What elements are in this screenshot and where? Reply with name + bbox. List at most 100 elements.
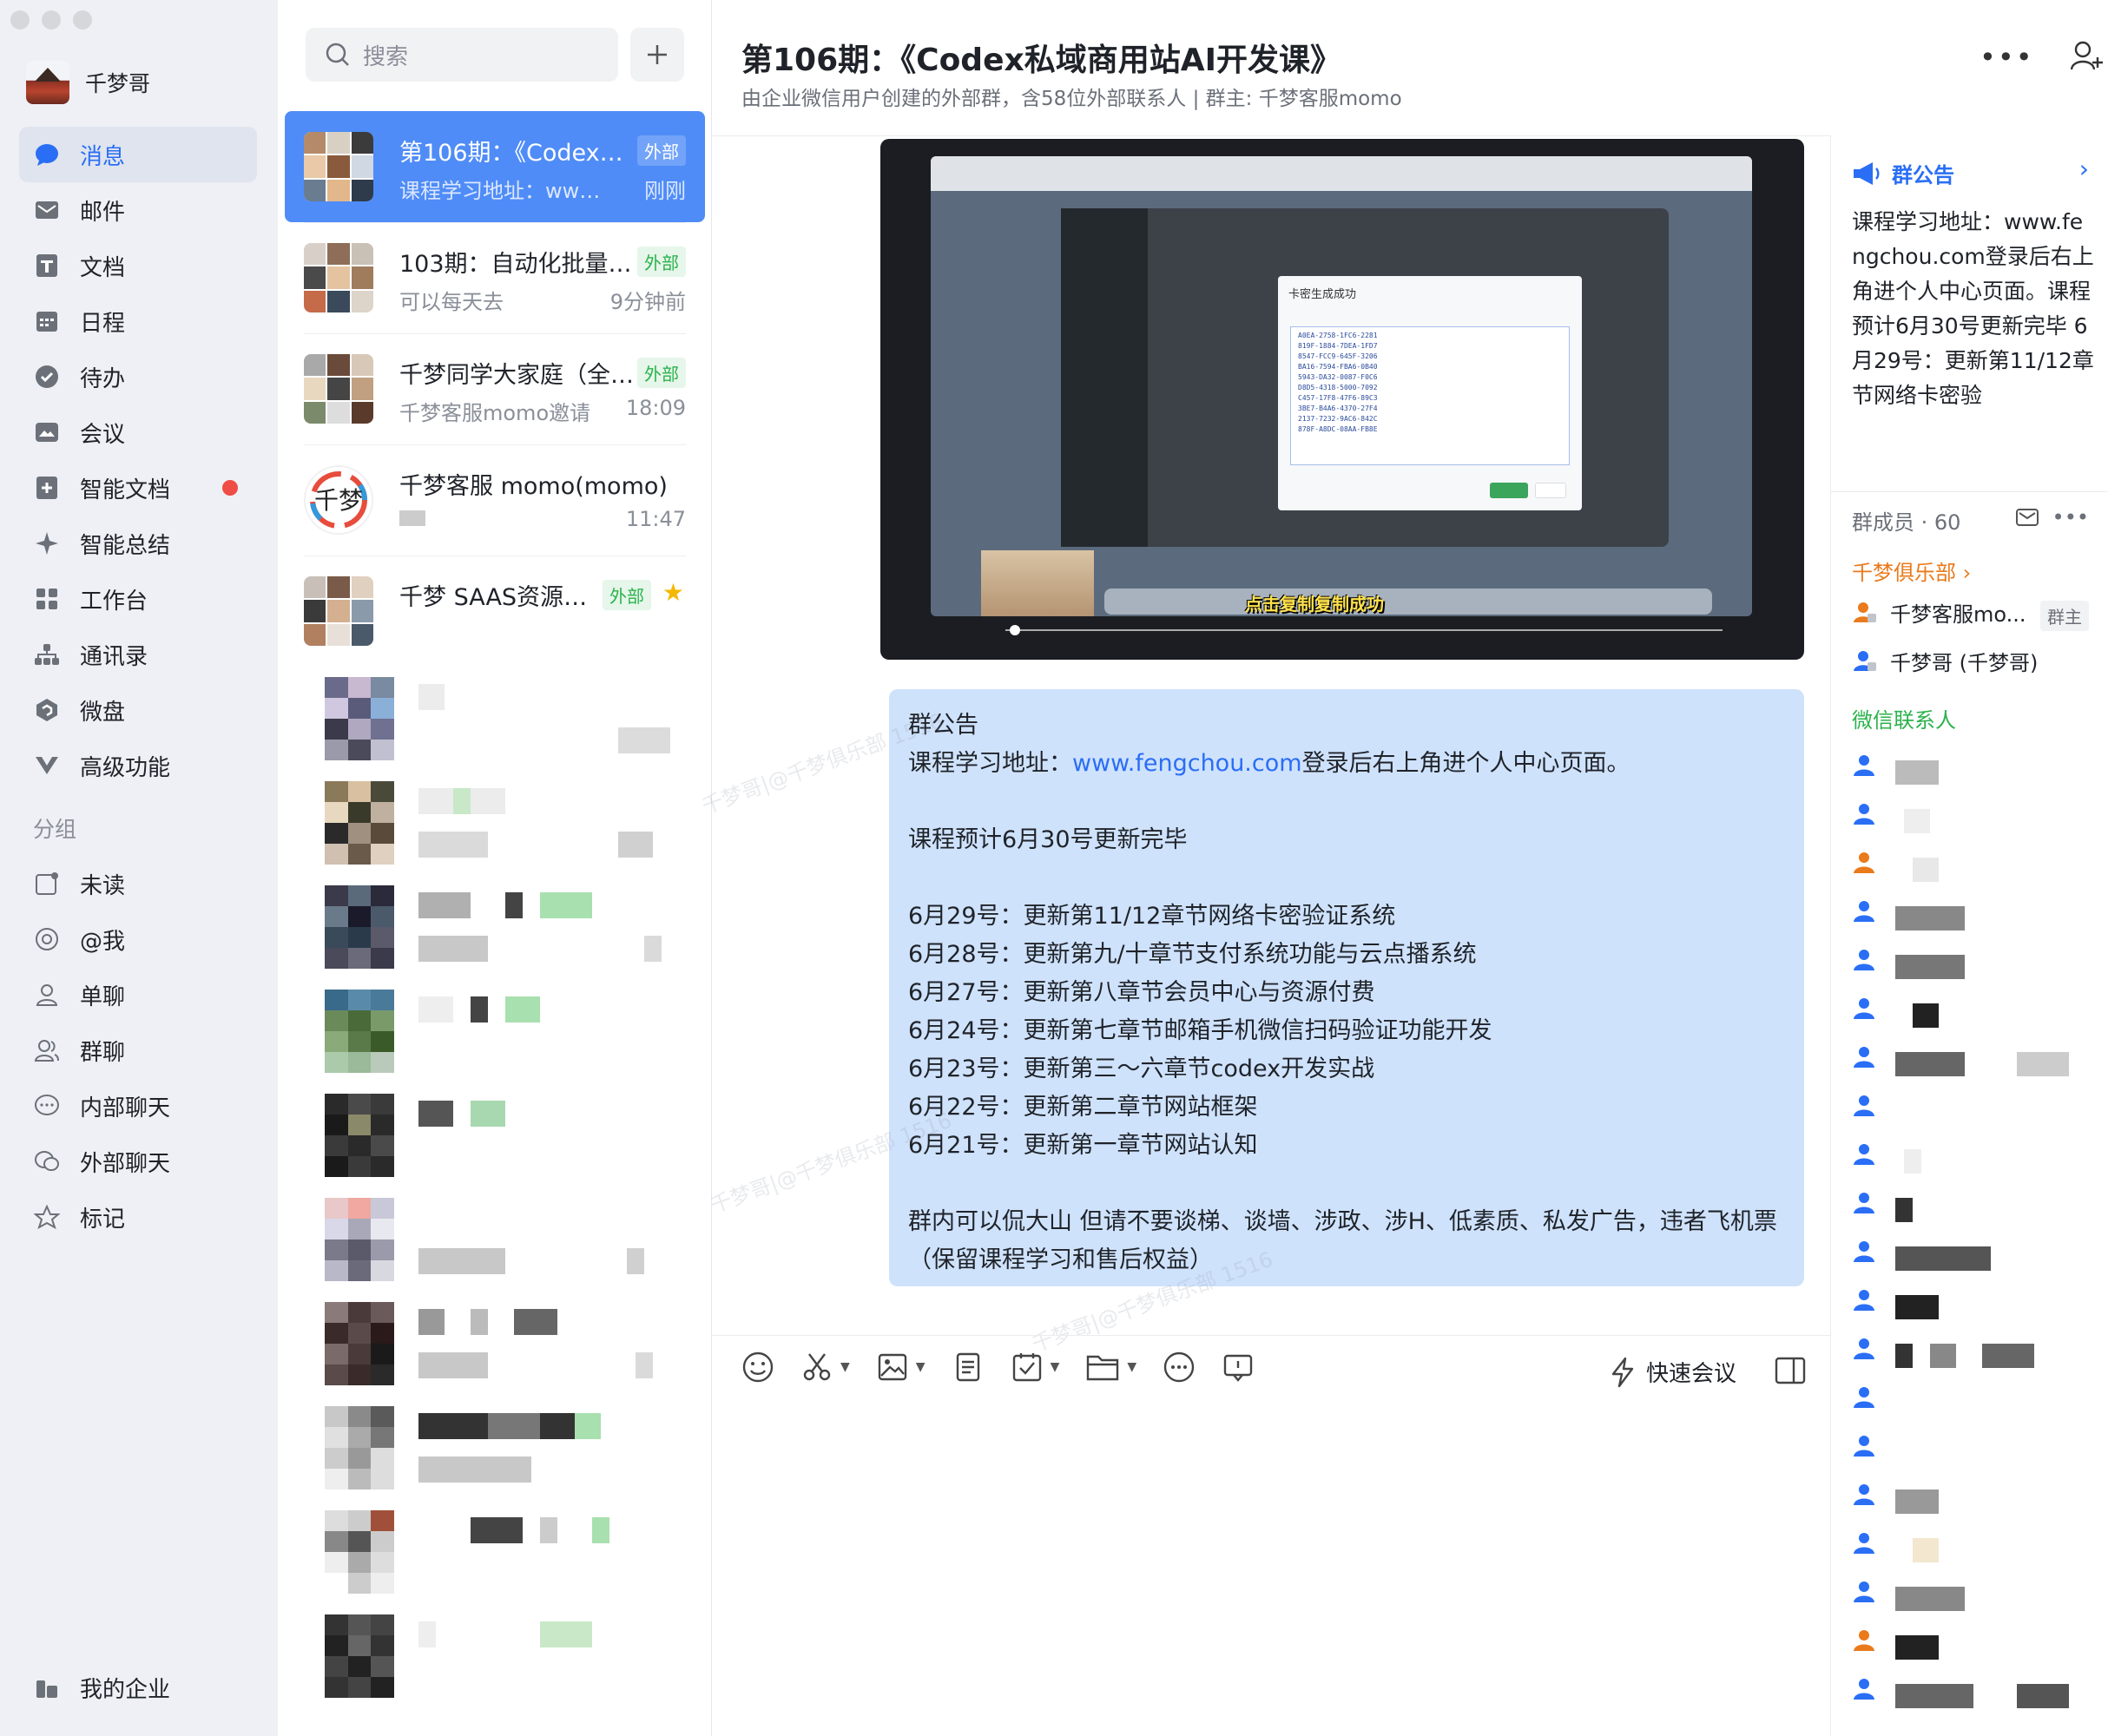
list-item[interactable] [1852, 1288, 2095, 1323]
nav-item-docs[interactable]: 文档 [19, 238, 257, 293]
nav-item-calendar[interactable]: 日程 [19, 293, 257, 349]
more-icon[interactable]: ••• [1980, 41, 2034, 74]
chevron-right-icon[interactable]: › [2079, 155, 2089, 183]
list-item[interactable] [306, 668, 688, 773]
list-item[interactable] [1852, 753, 2095, 788]
nav-item-meeting[interactable]: 会议 [19, 404, 257, 460]
nav-item-external[interactable]: 外部聊天 [19, 1134, 257, 1189]
announcement-bubble[interactable]: 群公告 课程学习地址：www.fengchou.com登录后右上角进个人中心页面… [889, 689, 1804, 1286]
list-item[interactable] [1852, 1628, 2095, 1663]
nav-item-single[interactable]: 单聊 [19, 967, 257, 1023]
list-item[interactable] [1852, 802, 2095, 837]
zoom-window-button[interactable] [73, 10, 92, 30]
avatar[interactable] [26, 61, 69, 104]
list-item[interactable] [1852, 1385, 2095, 1420]
reply-button[interactable] [1222, 1351, 1255, 1384]
list-item[interactable] [306, 981, 688, 1085]
video-progress-knob[interactable] [1010, 625, 1020, 635]
list-item[interactable] [1852, 1337, 2095, 1371]
emoji-button[interactable] [741, 1351, 774, 1384]
list-item[interactable] [1852, 1142, 2095, 1177]
nav-item-group[interactable]: 群聊 [19, 1023, 257, 1078]
more-tools-button[interactable] [1163, 1351, 1196, 1384]
list-item[interactable] [1852, 1580, 2095, 1614]
list-item[interactable] [1852, 1483, 2095, 1517]
nav-item-internal[interactable]: 内部聊天 [19, 1078, 257, 1134]
chat-item[interactable]: 千梦 SAAS资源对接群 外部 ★ [285, 556, 705, 667]
list-item[interactable] [306, 1085, 688, 1189]
video-controls[interactable] [893, 621, 1792, 639]
todo-button[interactable]: ▼ [1011, 1351, 1059, 1384]
search-input[interactable]: 搜索 [306, 28, 618, 82]
nav-item-enterprise[interactable]: 我的企业 [19, 1660, 257, 1715]
list-item[interactable] [1852, 996, 2095, 1031]
nav-item-advanced[interactable]: 高级功能 [19, 738, 257, 793]
nav-item-marked[interactable]: 标记 [19, 1189, 257, 1245]
document-button[interactable] [952, 1351, 985, 1384]
sparkle-icon [33, 529, 61, 557]
nav-item-smart-docs[interactable]: 智能文档 [19, 460, 257, 516]
add-member-icon[interactable] [2069, 38, 2104, 76]
member-owner[interactable]: 千梦客服mo... [1852, 597, 2026, 628]
nav-item-mention[interactable]: @我 [19, 911, 257, 967]
nav-item-mail[interactable]: 邮件 [19, 182, 257, 238]
list-item[interactable] [306, 877, 688, 981]
person-icon [33, 981, 61, 1009]
nav-item-todo[interactable]: 待办 [19, 349, 257, 404]
nav-item-messages[interactable]: 消息 [19, 127, 257, 182]
list-item[interactable] [306, 1606, 688, 1710]
chevron-down-icon: ▼ [840, 1360, 850, 1374]
announcement-line: 6月24号：更新第七章节邮箱手机微信扫码验证功能开发 [908, 1017, 1492, 1044]
quick-meeting-button[interactable]: 快速会议 [1610, 1356, 1736, 1388]
folder-button[interactable]: ▼ [1085, 1351, 1136, 1383]
nav-item-drive[interactable]: 微盘 [19, 682, 257, 738]
close-window-button[interactable] [10, 10, 30, 30]
owner-badge: 群主 [2040, 601, 2089, 631]
external-tag: 外部 [603, 580, 651, 610]
list-item[interactable] [306, 1397, 688, 1502]
chat-item[interactable]: 千梦 千梦客服 momo(momo) 11:47 [285, 444, 705, 556]
more-icon[interactable]: ••• [2052, 505, 2089, 529]
mail-icon[interactable] [2015, 508, 2039, 527]
list-item[interactable] [1852, 1045, 2095, 1080]
advanced-icon [33, 752, 61, 779]
card-code-list: A0EA-2758-1FC6-2281 819F-1884-7DEA-1FD7 85… [1290, 326, 1570, 465]
course-link[interactable]: www.fengchou.com [1072, 750, 1302, 777]
group-notice-title: 群公告 [1892, 163, 1954, 187]
video-message[interactable]: 卡密生成成功 A0EA-2758-1FC6-2281 819F-1884-7DEA… [880, 139, 1804, 660]
profile[interactable]: 千梦哥 [26, 61, 150, 104]
blurred-avatar [325, 1510, 394, 1594]
member-self[interactable]: 千梦哥 (千梦哥) [1852, 646, 2038, 676]
list-item[interactable] [1852, 948, 2095, 983]
list-item[interactable] [1852, 1094, 2095, 1128]
nav-item-unread[interactable]: 未读 [19, 856, 257, 911]
add-button[interactable] [630, 28, 684, 82]
list-item[interactable] [1852, 1240, 2095, 1274]
list-item[interactable] [306, 773, 688, 877]
nav-item-workbench[interactable]: 工作台 [19, 571, 257, 627]
list-item[interactable] [306, 1293, 688, 1397]
group-notice-header[interactable]: 群公告 [1852, 158, 1954, 188]
person-icon [1854, 1144, 1874, 1165]
chat-item[interactable]: 第106期：《Codex私域商用站AI开发课》 外部 课程学习地址：www.fe… [285, 111, 705, 222]
list-item[interactable] [1852, 1677, 2095, 1712]
chat-item[interactable]: 千梦同学大家庭（全员群） 外部 千梦客服momo邀请 18:09 [285, 333, 705, 444]
sidebar-toggle-button[interactable] [1775, 1356, 1806, 1389]
list-item[interactable] [1852, 1531, 2095, 1566]
image-button[interactable]: ▼ [876, 1351, 926, 1384]
list-item[interactable] [306, 1189, 688, 1293]
list-item[interactable] [1852, 851, 2095, 885]
nav-item-contacts[interactable]: 通讯录 [19, 627, 257, 682]
screenshot-button[interactable]: ▼ [800, 1351, 850, 1384]
video-progress-track[interactable] [1005, 629, 1723, 631]
list-item[interactable] [1852, 1191, 2095, 1226]
smart-docs-icon [33, 474, 61, 502]
nav-item-smart-summary[interactable]: 智能总结 [19, 516, 257, 571]
chat-item[interactable]: 103期：自动化批量运营 外部 可以每天去 9分钟前 [285, 222, 705, 333]
profile-name: 千梦哥 [85, 71, 151, 96]
minimize-window-button[interactable] [42, 10, 61, 30]
club-link[interactable]: 千梦俱乐部 › [1852, 556, 1971, 586]
list-item[interactable] [1852, 899, 2095, 934]
list-item[interactable] [306, 1502, 688, 1606]
list-item[interactable] [1852, 1434, 2095, 1469]
